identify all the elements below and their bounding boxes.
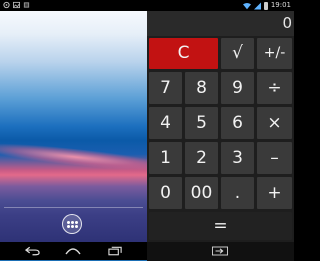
multiply-button[interactable]: ×: [257, 107, 292, 139]
display-value: 0: [282, 14, 292, 32]
wifi-icon: [242, 2, 251, 9]
equals-button[interactable]: =: [149, 212, 292, 240]
app-drawer-button[interactable]: [62, 214, 82, 234]
digit-0-button[interactable]: 0: [149, 177, 182, 209]
digit-1-button[interactable]: 1: [149, 142, 182, 174]
status-clock: 19:01: [270, 1, 291, 9]
settings-icon: [3, 1, 10, 9]
dock-divider: [4, 207, 143, 208]
back-icon: [24, 246, 40, 256]
digit-2-button[interactable]: 2: [185, 142, 218, 174]
navigation-bar: [0, 242, 147, 261]
decimal-point-button[interactable]: .: [221, 177, 254, 209]
back-button[interactable]: [24, 245, 40, 257]
home-button[interactable]: [65, 245, 81, 257]
double-zero-button[interactable]: 00: [185, 177, 218, 209]
calculator-nav-bar: [147, 242, 294, 261]
home-wallpaper: [0, 11, 147, 242]
square-root-button[interactable]: √: [221, 38, 254, 69]
recents-icon: [107, 246, 122, 256]
wallpaper-glow: [0, 139, 147, 175]
sign-toggle-button[interactable]: +/-: [257, 38, 292, 69]
signal-icon: [253, 2, 261, 9]
digit-8-button[interactable]: 8: [185, 72, 218, 104]
digit-4-button[interactable]: 4: [149, 107, 182, 139]
calculator-display: 0: [147, 11, 294, 36]
gallery-icon: [23, 1, 30, 9]
divide-button[interactable]: ÷: [257, 72, 292, 104]
digit-7-button[interactable]: 7: [149, 72, 182, 104]
digit-5-button[interactable]: 5: [185, 107, 218, 139]
battery-icon: [263, 1, 268, 10]
digit-9-button[interactable]: 9: [221, 72, 254, 104]
app-drawer-icon: [66, 220, 78, 228]
photo-icon: [13, 1, 20, 9]
digit-3-button[interactable]: 3: [221, 142, 254, 174]
recents-button[interactable]: [107, 245, 123, 257]
switch-window-button[interactable]: [212, 245, 228, 257]
calculator-app: 0 C √ +/- 7 8 9 ÷ 4 5 6 × 1 2 3 – 0 00 .…: [147, 11, 294, 261]
minus-button[interactable]: –: [257, 142, 292, 174]
clear-button[interactable]: C: [149, 38, 218, 69]
plus-button[interactable]: +: [257, 177, 292, 209]
switch-window-icon: [212, 246, 228, 256]
home-icon: [65, 248, 81, 255]
digit-6-button[interactable]: 6: [221, 107, 254, 139]
status-bar: 19:01: [0, 0, 294, 11]
